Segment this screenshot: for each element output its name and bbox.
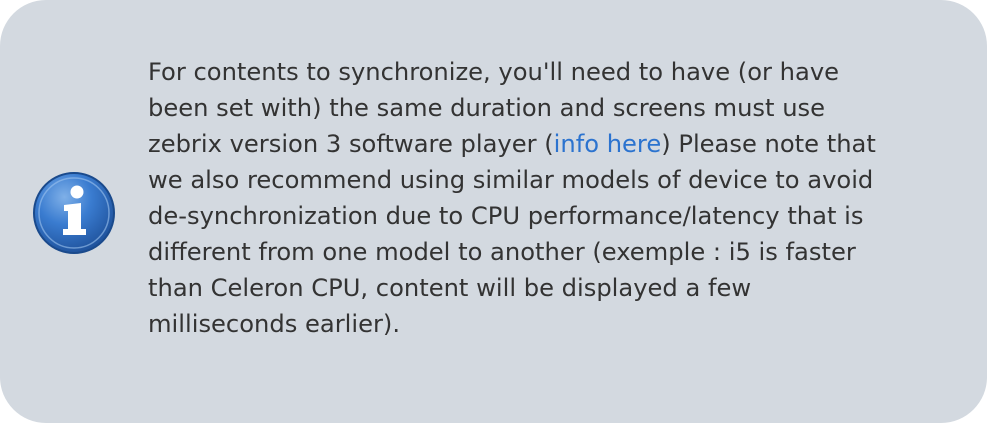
info-icon — [33, 172, 115, 254]
notice-line: zebrix version 3 software player (info h… — [148, 126, 948, 162]
notice-line: been set with) the same duration and scr… — [148, 94, 826, 122]
notice-line-text: zebrix version 3 software player ( — [148, 130, 554, 158]
info-notice-box: For contents to synchronize, you'll need… — [0, 0, 987, 423]
notice-line: de-synchronization due to CPU performanc… — [148, 202, 864, 230]
notice-line: different from one model to another (exe… — [148, 238, 856, 266]
notice-line-text: ) Please note that — [661, 130, 876, 158]
notice-line: For contents to synchronize, you'll need… — [148, 58, 840, 86]
notice-line: we also recommend using similar models o… — [148, 166, 874, 194]
notice-line: milliseconds earlier). — [148, 310, 401, 338]
notice-text: For contents to synchronize, you'll need… — [148, 54, 948, 342]
info-here-link[interactable]: info here — [554, 130, 662, 158]
notice-line: than Celeron CPU, content will be displa… — [148, 274, 752, 302]
